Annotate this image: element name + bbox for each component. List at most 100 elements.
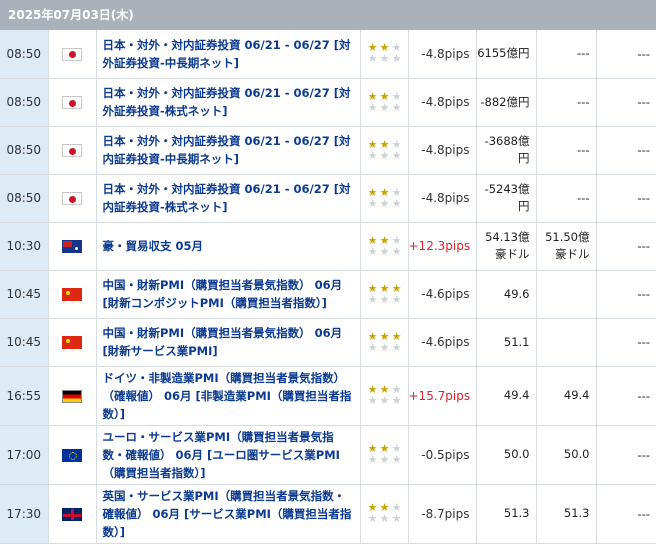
economic-calendar: 2025年07月03日(木) 08:50 日本・対外・対内証券投資 06/21 -… xyxy=(0,0,656,544)
star-icon: ★ xyxy=(391,52,402,66)
flag-jp-icon xyxy=(62,192,82,205)
table-row: 10:30 豪・貿易収支 05月 ★ ★ ★ ★ ★ ★ +12.3pips 54.13億豪ドル 5… xyxy=(0,222,656,271)
indicator-link[interactable]: ユーロ・サービス業PMI（購買担当者景気指数・確報値） 06月 [ユーロ圏サービ… xyxy=(103,430,340,480)
star-icon: ★ xyxy=(379,340,390,354)
star-icon: ★ xyxy=(391,394,402,407)
star-icon: ★ xyxy=(391,196,402,210)
indicator-table: 08:50 日本・対外・対内証券投資 06/21 - 06/27 [対外証券投資-… xyxy=(0,30,656,544)
indicator-link[interactable]: 日本・対外・対内証券投資 06/21 - 06/27 [対内証券投資-株式ネット… xyxy=(103,182,351,214)
importance-rating: ★ ★ ★ ★ ★ ★ xyxy=(367,187,407,209)
forecast-value xyxy=(536,318,597,367)
star-icon: ★ xyxy=(391,185,402,199)
indicator-link[interactable]: 日本・対外・対内証券投資 06/21 - 06/27 [対外証券投資-株式ネット… xyxy=(103,86,351,118)
release-time: 10:45 xyxy=(0,318,49,367)
importance-cell: ★ ★ ★ ★ ★ ★ xyxy=(360,425,409,485)
previous-value: --- xyxy=(596,222,656,271)
actual-value: 50.0 xyxy=(476,425,537,485)
forecast-value: --- xyxy=(536,78,597,127)
pips-change: -4.8pips xyxy=(408,30,477,79)
forecast-value: --- xyxy=(536,30,597,79)
indicator-link[interactable]: 中国・財新PMI（購買担当者景気指数） 06月 [財新コンポジットPMI（購買担… xyxy=(103,278,343,310)
importance-cell: ★ ★ ★ ★ ★ ★ xyxy=(360,318,409,367)
indicator-name-cell: 中国・財新PMI（購買担当者景気指数） 06月 [財新コンポジットPMI（購買担… xyxy=(96,270,361,319)
star-icon: ★ xyxy=(379,512,390,525)
table-row: 16:55 ドイツ・非製造業PMI（購買担当者景気指数）（確報値） 06月 [非製… xyxy=(0,366,656,426)
table-row: 08:50 日本・対外・対内証券投資 06/21 - 06/27 [対外証券投資-… xyxy=(0,30,656,79)
flag-jp-icon xyxy=(62,47,82,61)
pips-change: +12.3pips xyxy=(408,222,477,271)
flag-jp-icon xyxy=(62,96,82,109)
star-icon: ★ xyxy=(367,89,378,103)
actual-value: -882億円 xyxy=(476,78,537,127)
pips-change: -8.7pips xyxy=(408,484,477,544)
actual-value: -3688億円 xyxy=(476,126,537,175)
star-icon: ★ xyxy=(391,100,402,114)
forecast-value: 49.4 xyxy=(536,366,597,426)
pips-change: -4.6pips xyxy=(408,270,477,319)
importance-rating: ★ ★ ★ ★ ★ ★ xyxy=(367,139,407,161)
star-icon: ★ xyxy=(367,148,378,162)
star-icon: ★ xyxy=(379,137,390,151)
actual-value: 49.6 xyxy=(476,270,537,319)
star-icon: ★ xyxy=(379,233,390,247)
star-icon: ★ xyxy=(379,244,390,258)
actual-value: 49.4 xyxy=(476,366,537,426)
release-time: 17:30 xyxy=(0,484,49,544)
actual-value: 51.1 xyxy=(476,318,537,367)
star-icon: ★ xyxy=(367,453,378,466)
actual-value: 54.13億豪ドル xyxy=(476,222,537,271)
previous-value: --- xyxy=(596,318,656,367)
previous-value: --- xyxy=(596,30,656,79)
indicator-name-cell: 日本・対外・対内証券投資 06/21 - 06/27 [対内証券投資-株式ネット… xyxy=(96,174,361,223)
table-row: 08:50 日本・対外・対内証券投資 06/21 - 06/27 [対内証券投資-… xyxy=(0,174,656,223)
importance-cell: ★ ★ ★ ★ ★ ★ xyxy=(360,222,409,271)
table-row: 17:00 ユーロ・サービス業PMI（購買担当者景気指数・確報値） 06月 [ユー… xyxy=(0,425,656,485)
indicator-name-cell: 豪・貿易収支 05月 xyxy=(96,222,361,271)
star-icon: ★ xyxy=(379,148,390,162)
importance-rating: ★ ★ ★ ★ ★ ★ xyxy=(367,91,407,113)
star-icon: ★ xyxy=(367,52,378,66)
country-flag-cell xyxy=(48,126,97,175)
release-time: 10:45 xyxy=(0,270,49,319)
release-time: 08:50 xyxy=(0,30,49,79)
country-flag-cell xyxy=(48,425,97,485)
star-icon: ★ xyxy=(379,196,390,210)
indicator-link[interactable]: 日本・対外・対内証券投資 06/21 - 06/27 [対外証券投資-中長期ネッ… xyxy=(103,38,351,70)
indicator-link[interactable]: 英国・サービス業PMI（購買担当者景気指数・確報値） 06月 [サービス業PMI… xyxy=(103,489,352,539)
star-icon: ★ xyxy=(391,233,402,247)
indicator-name-cell: 日本・対外・対内証券投資 06/21 - 06/27 [対外証券投資-中長期ネッ… xyxy=(96,30,361,79)
previous-value: --- xyxy=(596,174,656,223)
star-icon: ★ xyxy=(367,137,378,151)
previous-value: --- xyxy=(596,126,656,175)
star-icon: ★ xyxy=(367,394,378,407)
importance-cell: ★ ★ ★ ★ ★ ★ xyxy=(360,30,409,79)
indicator-link[interactable]: 中国・財新PMI（購買担当者景気指数） 06月 [財新サービス業PMI] xyxy=(103,326,343,358)
star-icon: ★ xyxy=(367,233,378,247)
actual-value: 6155億円 xyxy=(476,30,537,79)
country-flag-cell xyxy=(48,484,97,544)
star-icon: ★ xyxy=(391,512,402,525)
actual-value: -5243億円 xyxy=(476,174,537,223)
previous-value: --- xyxy=(596,78,656,127)
importance-rating: ★ ★ ★ ★ ★ ★ xyxy=(367,502,407,524)
pips-change: -4.6pips xyxy=(408,318,477,367)
country-flag-cell xyxy=(48,366,97,426)
forecast-value xyxy=(536,270,597,319)
star-icon: ★ xyxy=(391,148,402,162)
indicator-link[interactable]: ドイツ・非製造業PMI（購買担当者景気指数）（確報値） 06月 [非製造業PMI… xyxy=(103,371,352,421)
star-icon: ★ xyxy=(367,329,378,343)
indicator-link[interactable]: 日本・対外・対内証券投資 06/21 - 06/27 [対内証券投資-中長期ネッ… xyxy=(103,134,351,166)
star-icon: ★ xyxy=(367,185,378,199)
release-time: 08:50 xyxy=(0,126,49,175)
actual-value: 51.3 xyxy=(476,484,537,544)
importance-cell: ★ ★ ★ ★ ★ ★ xyxy=(360,270,409,319)
importance-rating: ★ ★ ★ ★ ★ ★ xyxy=(367,384,407,406)
importance-cell: ★ ★ ★ ★ ★ ★ xyxy=(360,78,409,127)
flag-de-icon xyxy=(62,389,82,403)
forecast-value: --- xyxy=(536,174,597,223)
star-icon: ★ xyxy=(379,292,390,306)
star-icon: ★ xyxy=(367,292,378,306)
indicator-link[interactable]: 豪・貿易収支 05月 xyxy=(103,239,204,253)
star-icon: ★ xyxy=(391,281,402,295)
star-icon: ★ xyxy=(367,244,378,258)
